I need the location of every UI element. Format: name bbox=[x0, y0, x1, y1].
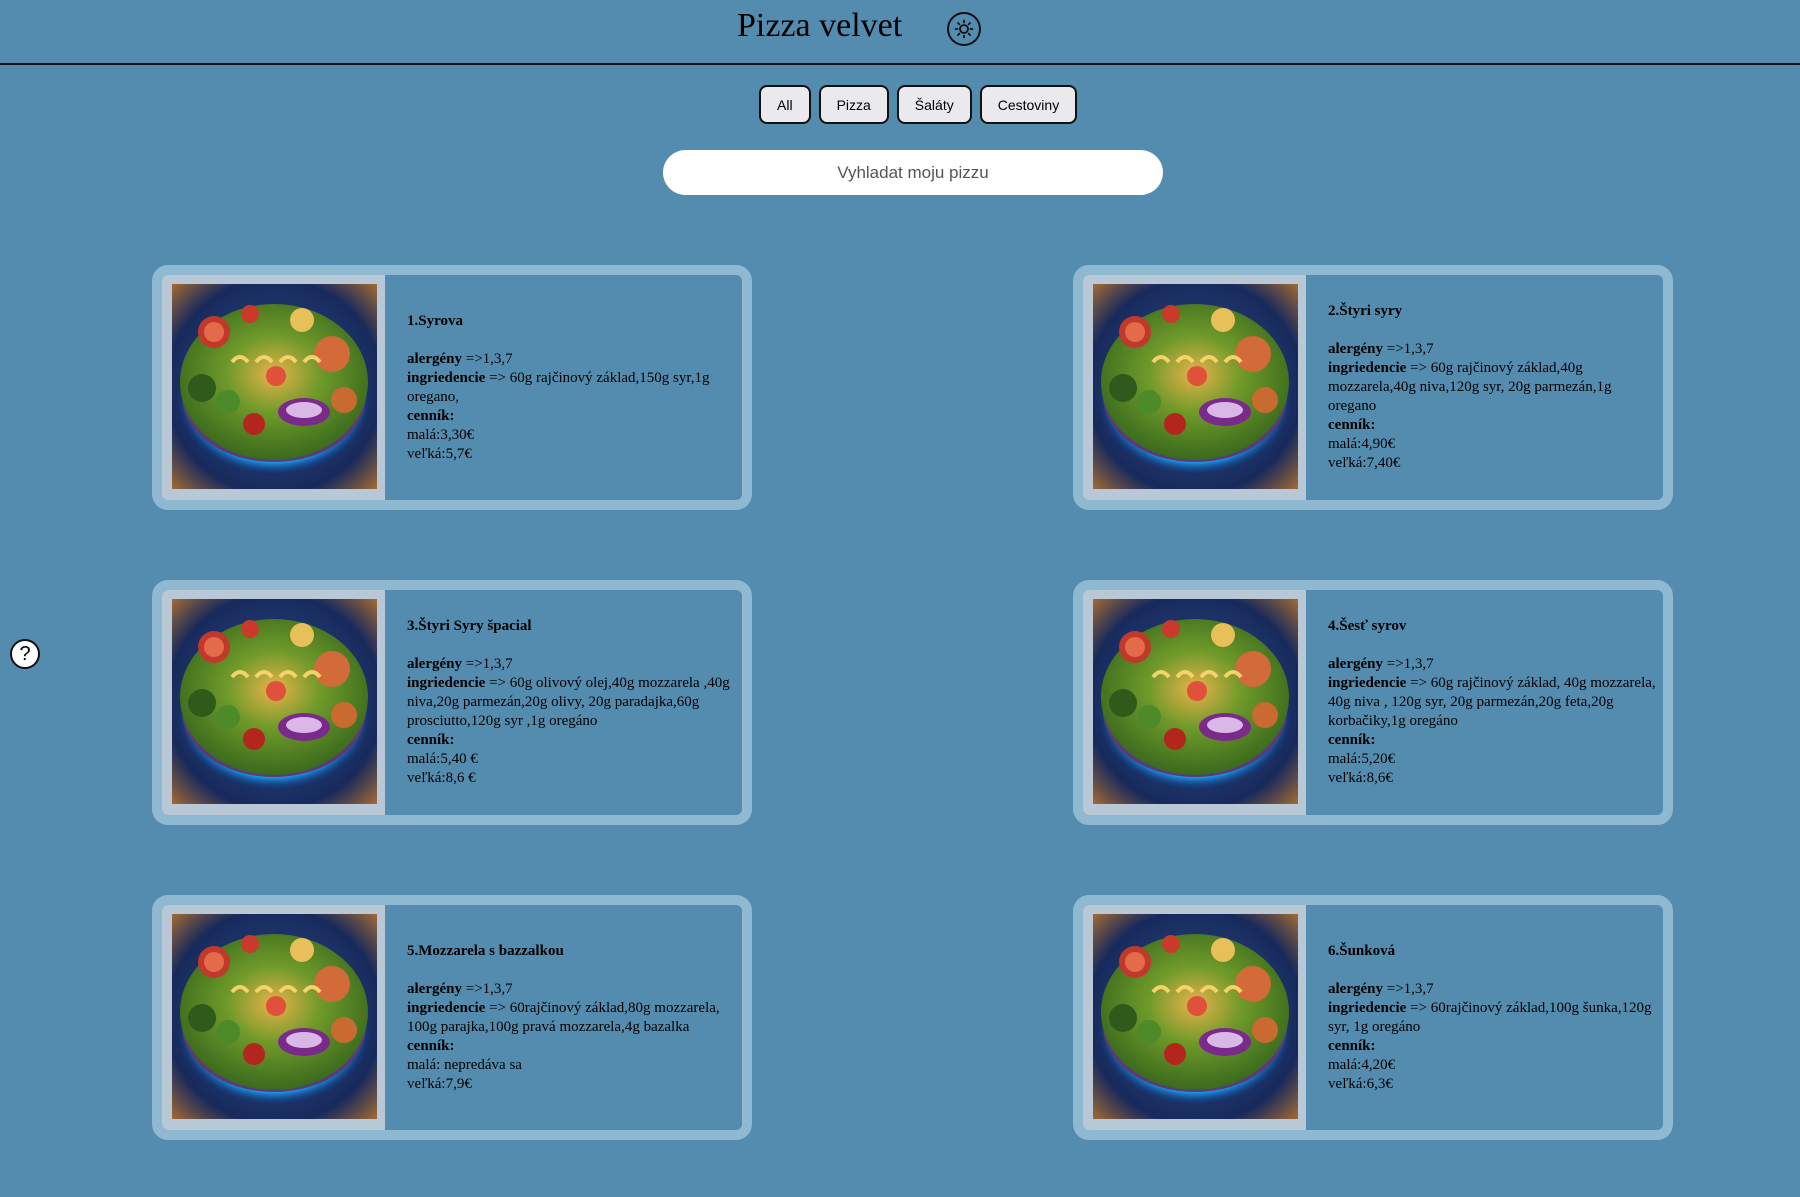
filter-pasta-button[interactable]: Cestoviny bbox=[979, 85, 1078, 124]
pizza-card[interactable]: 6.Šunková alergény =>1,3,7 ingriedencie … bbox=[1073, 895, 1673, 1140]
pizza-name: 3.Štyri Syry špacial bbox=[407, 618, 532, 634]
pizza-image-frame bbox=[1083, 590, 1306, 815]
pizza-image-frame bbox=[1083, 275, 1306, 500]
pizza-name: 1.Syrova bbox=[407, 312, 463, 329]
ingredients-label: ingriedencie bbox=[1328, 999, 1407, 1016]
allergens-label: alergény bbox=[1328, 656, 1383, 672]
ingredients-line: ingriedencie => 60rajčinový základ,100g … bbox=[1328, 999, 1657, 1037]
question-mark-icon: ? bbox=[19, 642, 31, 665]
pizza-name: 2.Štyri syry bbox=[1328, 303, 1403, 319]
pizza-image bbox=[1093, 914, 1298, 1119]
pizza-card[interactable]: 3.Štyri Syry špacial alergény =>1,3,7 in… bbox=[152, 580, 752, 825]
pricelist-label: cenník: bbox=[1328, 1037, 1376, 1054]
sun-icon bbox=[954, 19, 974, 39]
pricelist-label: cenník: bbox=[1328, 732, 1376, 748]
allergens-line: alergény =>1,3,7 bbox=[1328, 980, 1657, 999]
ingredients-line: ingriedencie => 60g rajčinový základ,40g… bbox=[1328, 359, 1657, 416]
pricelist-label: cenník: bbox=[407, 407, 455, 424]
price-large: veľká:7,9€ bbox=[407, 1075, 472, 1092]
site-header: Pizza velvet bbox=[0, 0, 1800, 65]
theme-toggle-button[interactable] bbox=[947, 12, 981, 46]
price-small: malá:5,20€ bbox=[1328, 751, 1396, 767]
pizza-details: 4.Šesť syrov alergény =>1,3,7 ingriedenc… bbox=[1328, 590, 1657, 815]
ingredients-line: ingriedencie => 60rajčinový základ,80g m… bbox=[407, 999, 736, 1037]
pizza-image-frame bbox=[162, 275, 385, 500]
filter-all-button[interactable]: All bbox=[759, 85, 811, 124]
pizza-image bbox=[172, 599, 377, 804]
price-large: veľká:7,40€ bbox=[1328, 455, 1401, 471]
price-small: malá:3,30€ bbox=[407, 426, 475, 443]
pizza-image bbox=[172, 284, 377, 489]
pizza-image-frame bbox=[1083, 905, 1306, 1130]
ingredients-label: ingriedencie bbox=[407, 369, 486, 386]
search-input[interactable] bbox=[663, 150, 1163, 195]
pizza-card[interactable]: 2.Štyri syry alergény =>1,3,7 ingriedenc… bbox=[1073, 265, 1673, 510]
ingredients-label: ingriedencie bbox=[407, 675, 486, 691]
filter-pizza-button[interactable]: Pizza bbox=[818, 85, 889, 124]
pricelist-label: cenník: bbox=[407, 732, 455, 748]
pricelist-label: cenník: bbox=[407, 1037, 455, 1054]
allergens-line: alergény =>1,3,7 bbox=[407, 980, 736, 999]
ingredients-line: ingriedencie => 60g rajčinový základ,150… bbox=[407, 369, 736, 407]
pizza-card[interactable]: 5.Mozzarela s bazzalkou alergény =>1,3,7… bbox=[152, 895, 752, 1140]
pizza-name: 6.Šunková bbox=[1328, 942, 1396, 959]
price-large: veľká:8,6 € bbox=[407, 770, 476, 786]
price-large: veľká:6,3€ bbox=[1328, 1075, 1393, 1092]
filter-salads-button[interactable]: Šaláty bbox=[896, 85, 972, 124]
ingredients-label: ingriedencie bbox=[1328, 360, 1407, 376]
price-large: veľká:5,7€ bbox=[407, 445, 472, 462]
price-small: malá: nepredáva sa bbox=[407, 1056, 522, 1073]
pizza-image bbox=[1093, 599, 1298, 804]
ingredients-label: ingriedencie bbox=[407, 999, 486, 1016]
allergens-value: =>1,3,7 bbox=[1386, 656, 1434, 672]
allergens-line: alergény =>1,3,7 bbox=[407, 655, 736, 674]
allergens-value: =>1,3,7 bbox=[465, 350, 513, 367]
allergens-label: alergény bbox=[407, 350, 462, 367]
allergens-label: alergény bbox=[1328, 341, 1383, 357]
price-small: malá:4,20€ bbox=[1328, 1056, 1396, 1073]
allergens-label: alergény bbox=[1328, 980, 1383, 997]
allergens-label: alergény bbox=[407, 980, 462, 997]
allergens-value: =>1,3,7 bbox=[465, 656, 513, 672]
pizza-image bbox=[1093, 284, 1298, 489]
allergens-line: alergény =>1,3,7 bbox=[1328, 340, 1657, 359]
pizza-image bbox=[172, 914, 377, 1119]
pizza-details: 3.Štyri Syry špacial alergény =>1,3,7 in… bbox=[407, 590, 736, 815]
allergens-value: =>1,3,7 bbox=[1386, 341, 1434, 357]
pizza-name: 4.Šesť syrov bbox=[1328, 618, 1407, 634]
pizza-image-frame bbox=[162, 905, 385, 1130]
pricelist-label: cenník: bbox=[1328, 417, 1376, 433]
site-title: Pizza velvet bbox=[737, 7, 903, 44]
allergens-value: =>1,3,7 bbox=[1386, 980, 1434, 997]
allergens-value: =>1,3,7 bbox=[465, 980, 513, 997]
ingredients-line: ingriedencie => 60g olivový olej,40g moz… bbox=[407, 674, 736, 731]
price-small: malá:4,90€ bbox=[1328, 436, 1396, 452]
help-button[interactable]: ? bbox=[10, 639, 40, 669]
price-small: malá:5,40 € bbox=[407, 751, 478, 767]
category-filters: All Pizza Šaláty Cestoviny bbox=[759, 85, 1078, 124]
allergens-label: alergény bbox=[407, 656, 462, 672]
price-large: veľká:8,6€ bbox=[1328, 770, 1393, 786]
pizza-details: 2.Štyri syry alergény =>1,3,7 ingriedenc… bbox=[1328, 275, 1657, 500]
pizza-details: 6.Šunková alergény =>1,3,7 ingriedencie … bbox=[1328, 905, 1657, 1130]
allergens-line: alergény =>1,3,7 bbox=[407, 350, 736, 369]
pizza-image-frame bbox=[162, 590, 385, 815]
pizza-name: 5.Mozzarela s bazzalkou bbox=[407, 942, 564, 959]
pizza-card[interactable]: 4.Šesť syrov alergény =>1,3,7 ingriedenc… bbox=[1073, 580, 1673, 825]
ingredients-line: ingriedencie => 60g rajčinový základ, 40… bbox=[1328, 674, 1657, 731]
allergens-line: alergény =>1,3,7 bbox=[1328, 655, 1657, 674]
pizza-card[interactable]: 1.Syrova alergény =>1,3,7 ingriedencie =… bbox=[152, 265, 752, 510]
ingredients-label: ingriedencie bbox=[1328, 675, 1407, 691]
pizza-details: 5.Mozzarela s bazzalkou alergény =>1,3,7… bbox=[407, 905, 736, 1130]
pizza-details: 1.Syrova alergény =>1,3,7 ingriedencie =… bbox=[407, 275, 736, 500]
